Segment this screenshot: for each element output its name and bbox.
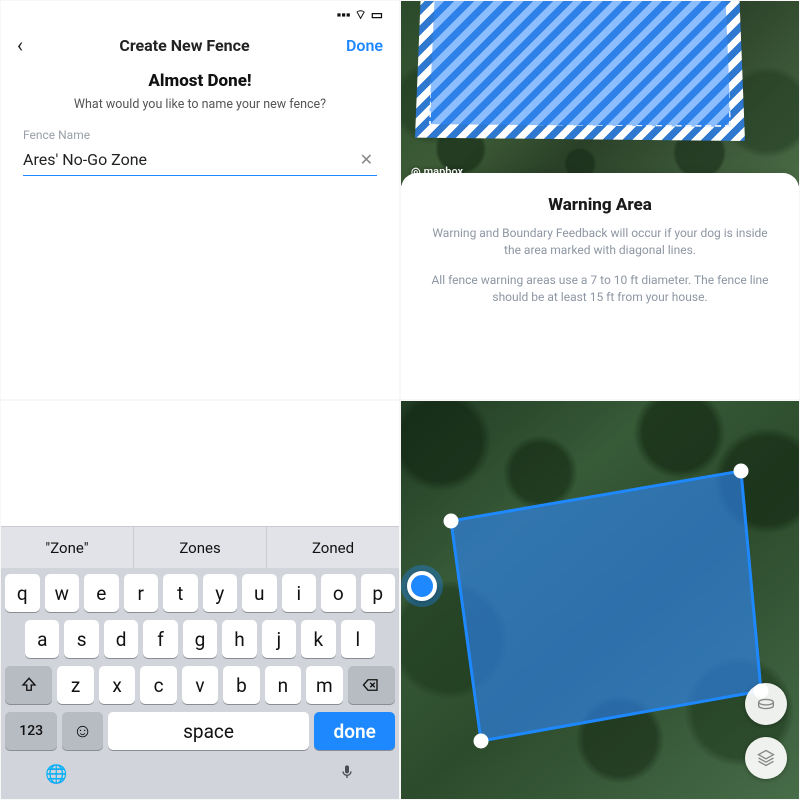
warning-p2: All fence warning areas use a 7 to 10 ft… bbox=[423, 272, 777, 307]
keyboard: q w e r t y u i o p a s d f g h bbox=[1, 568, 399, 799]
keyboard-bottom-row: 🌐 bbox=[5, 758, 395, 793]
key-m[interactable]: m bbox=[306, 666, 342, 704]
key-emoji[interactable]: ☺ bbox=[62, 712, 102, 750]
key-row-1: q w e r t y u i o p bbox=[5, 574, 395, 612]
status-icons: ▪▪▪ ⌔ ▭ bbox=[337, 7, 383, 23]
key-done[interactable]: done bbox=[314, 712, 395, 750]
done-button[interactable]: Done bbox=[346, 36, 383, 55]
key-space[interactable]: space bbox=[108, 712, 310, 750]
key-z[interactable]: z bbox=[57, 666, 93, 704]
warning-title: Warning Area bbox=[423, 195, 777, 215]
map-layers-button-2[interactable] bbox=[745, 737, 787, 779]
fence-name-input[interactable] bbox=[23, 150, 356, 169]
key-c[interactable]: c bbox=[140, 666, 176, 704]
layers-icon bbox=[756, 748, 776, 768]
fence-3d-icon bbox=[755, 693, 777, 715]
key-d[interactable]: d bbox=[104, 620, 138, 658]
fence-handle-ne[interactable] bbox=[734, 464, 748, 478]
suggestion-1[interactable]: "Zone" bbox=[1, 527, 134, 568]
fence-edit-map-screen bbox=[400, 400, 800, 800]
key-s[interactable]: s bbox=[64, 620, 98, 658]
fence-name-label: Fence Name bbox=[23, 128, 377, 142]
key-l[interactable]: l bbox=[341, 620, 375, 658]
backspace-icon bbox=[362, 676, 380, 694]
status-bar: ▪▪▪ ⌔ ▭ bbox=[1, 1, 399, 23]
fence-warning-overlay bbox=[415, 0, 745, 141]
suggestion-2[interactable]: Zones bbox=[134, 527, 267, 568]
key-r[interactable]: r bbox=[124, 574, 159, 612]
user-location-dot[interactable] bbox=[407, 571, 437, 601]
mic-icon bbox=[339, 762, 355, 782]
map-canvas[interactable] bbox=[401, 401, 799, 799]
battery-icon: ▭ bbox=[371, 8, 383, 23]
fence-3d-toggle-button[interactable] bbox=[745, 683, 787, 725]
key-row-2: a s d f g h j k l bbox=[5, 620, 395, 658]
key-globe[interactable]: 🌐 bbox=[45, 764, 67, 785]
key-row-3: z x c v b n m bbox=[5, 666, 395, 704]
almost-heading: Almost Done! bbox=[31, 71, 369, 91]
almost-subtext: What would you like to name your new fen… bbox=[31, 97, 369, 112]
key-g[interactable]: g bbox=[183, 620, 217, 658]
signal-icon: ▪▪▪ bbox=[337, 7, 351, 23]
key-e[interactable]: e bbox=[84, 574, 119, 612]
suggestion-3[interactable]: Zoned bbox=[267, 527, 399, 568]
fence-handle-nw[interactable] bbox=[444, 514, 458, 528]
wifi-icon: ⌔ bbox=[354, 7, 366, 23]
fence-name-field: Fence Name ✕ bbox=[1, 112, 399, 176]
key-f[interactable]: f bbox=[143, 620, 177, 658]
almost-done-block: Almost Done! What would you like to name… bbox=[1, 63, 399, 112]
key-t[interactable]: t bbox=[163, 574, 198, 612]
keyboard-container: "Zone" Zones Zoned q w e r t y u i o p bbox=[1, 526, 399, 799]
key-q[interactable]: q bbox=[5, 574, 40, 612]
warning-p1: Warning and Boundary Feedback will occur… bbox=[423, 225, 777, 260]
key-shift[interactable] bbox=[5, 666, 52, 704]
fence-handle-sw[interactable] bbox=[474, 734, 488, 748]
warning-area-screen: ◎ mapbox Warning Area Warning and Bounda… bbox=[400, 0, 800, 400]
nav-bar: ‹ Create New Fence Done bbox=[1, 23, 399, 63]
key-v[interactable]: v bbox=[182, 666, 218, 704]
key-o[interactable]: o bbox=[321, 574, 356, 612]
fence-fill bbox=[429, 0, 731, 127]
key-backspace[interactable] bbox=[348, 666, 395, 704]
key-row-4: 123 ☺ space done bbox=[5, 712, 395, 750]
key-numbers[interactable]: 123 bbox=[5, 712, 57, 750]
clear-input-button[interactable]: ✕ bbox=[356, 150, 377, 169]
key-h[interactable]: h bbox=[222, 620, 256, 658]
key-j[interactable]: j bbox=[262, 620, 296, 658]
key-u[interactable]: u bbox=[242, 574, 277, 612]
editable-fence-polygon[interactable] bbox=[421, 431, 781, 761]
create-fence-screen: ▪▪▪ ⌔ ▭ ‹ Create New Fence Done Almost D… bbox=[0, 0, 400, 400]
shift-icon bbox=[20, 676, 38, 694]
keyboard-suggestions: "Zone" Zones Zoned bbox=[1, 526, 399, 568]
key-x[interactable]: x bbox=[99, 666, 135, 704]
key-i[interactable]: i bbox=[282, 574, 317, 612]
key-w[interactable]: w bbox=[45, 574, 80, 612]
key-y[interactable]: y bbox=[203, 574, 238, 612]
key-dictation[interactable] bbox=[339, 762, 355, 787]
key-k[interactable]: k bbox=[301, 620, 335, 658]
nav-title: Create New Fence bbox=[23, 36, 346, 55]
key-n[interactable]: n bbox=[265, 666, 301, 704]
keyboard-screen: "Zone" Zones Zoned q w e r t y u i o p bbox=[0, 400, 400, 800]
map-preview[interactable]: ◎ mapbox bbox=[401, 1, 799, 186]
key-p[interactable]: p bbox=[361, 574, 396, 612]
warning-card: Warning Area Warning and Boundary Feedba… bbox=[401, 173, 799, 399]
key-b[interactable]: b bbox=[223, 666, 259, 704]
fence-shape[interactable] bbox=[451, 471, 761, 741]
key-a[interactable]: a bbox=[25, 620, 59, 658]
